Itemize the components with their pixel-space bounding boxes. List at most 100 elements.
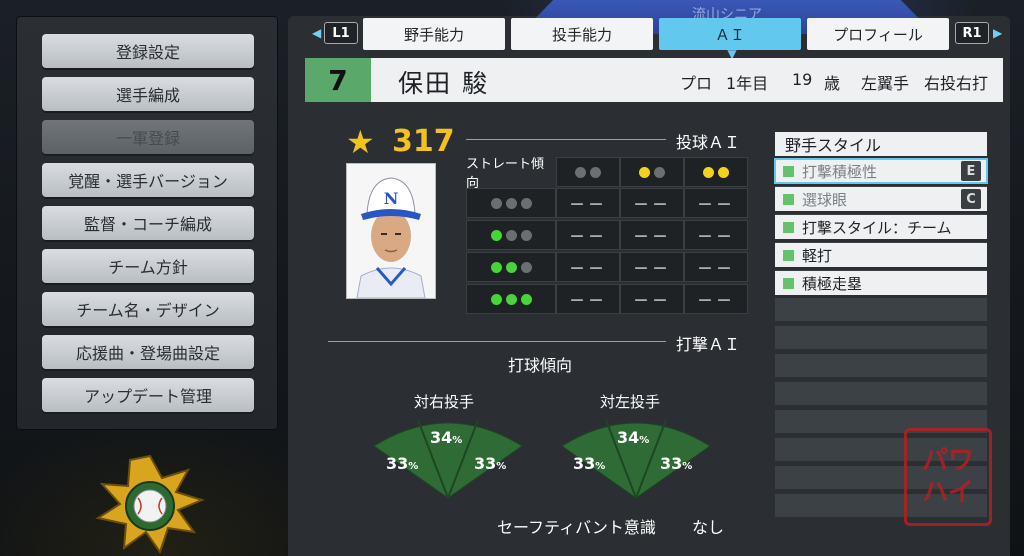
tab-ai[interactable]: ＡＩ xyxy=(659,18,801,50)
tab-pitching-ability[interactable]: 投手能力 xyxy=(511,18,653,50)
green-dot-icon xyxy=(520,293,532,305)
safety-bunt-label: セーフティバント意識 xyxy=(497,518,656,537)
vs-left-left-pct: 33% xyxy=(573,454,605,473)
menu-item-manager-coach[interactable]: 監督・コーチ編成 xyxy=(42,206,254,240)
tab-fielding-ability[interactable]: 野手能力 xyxy=(363,18,505,50)
watermark-line: ハイ xyxy=(922,478,974,508)
column-header-gray xyxy=(556,157,620,187)
overall-rating: 317 xyxy=(392,124,455,159)
vs-right-right-pct: 33% xyxy=(474,454,506,473)
table-cell: －－ xyxy=(684,252,748,282)
row-header-0 xyxy=(466,188,556,218)
pct-unit: % xyxy=(595,461,606,472)
player-name: 保田 駿 xyxy=(398,69,489,98)
list-item-batting-aggressiveness[interactable]: 打撃積極性 xyxy=(774,158,988,184)
pct-value: 33 xyxy=(660,454,683,473)
pct-unit: % xyxy=(452,435,463,446)
gray-dot-icon xyxy=(505,229,517,241)
vs-left-right-pct: 33% xyxy=(660,454,692,473)
table-cell: －－ xyxy=(684,284,748,314)
list-item-label: 積極走塁 xyxy=(802,274,863,293)
green-dot-icon xyxy=(490,229,502,241)
table-cell: －－ xyxy=(556,252,620,282)
tab-profile[interactable]: プロフィール xyxy=(807,18,949,50)
r1-key-button[interactable]: R1 xyxy=(955,22,989,44)
gray-dot-icon xyxy=(590,166,601,178)
list-slot xyxy=(775,298,987,322)
player-year: 1年目 xyxy=(726,74,769,93)
menu-item-first-team-registration: 一軍登録 xyxy=(42,120,254,154)
pawahai-watermark-logo: パワ ハイ xyxy=(904,428,992,526)
yellow-dot-icon xyxy=(639,166,650,178)
list-item-light-hitting[interactable]: 軽打 xyxy=(775,243,987,267)
menu-item-player-roster[interactable]: 選手編成 xyxy=(42,77,254,111)
list-item-label: 打撃スタイル：チーム xyxy=(802,218,952,237)
pct-unit: % xyxy=(496,461,507,472)
list-item-batting-style-team[interactable]: 打撃スタイル：チーム xyxy=(775,215,987,239)
list-slot xyxy=(775,354,987,378)
player-handedness: 右投右打 xyxy=(924,74,989,93)
gray-dot-icon xyxy=(505,197,517,209)
grade-badge: C xyxy=(961,189,981,209)
green-square-icon xyxy=(783,221,794,233)
menu-item-cheer-songs[interactable]: 応援曲・登場曲設定 xyxy=(42,335,254,369)
green-dot-icon xyxy=(490,293,502,305)
pct-unit: % xyxy=(408,461,419,472)
menu-item-team-policy[interactable]: チーム方針 xyxy=(42,249,254,283)
yellow-dot-icon xyxy=(703,166,714,178)
menu-item-awakening-version[interactable]: 覚醒・選手バージョン xyxy=(42,163,254,197)
table-cell: －－ xyxy=(620,252,684,282)
straight-tendency-label: ストレート傾向 xyxy=(466,157,545,191)
l1-key-button[interactable]: L1 xyxy=(324,22,358,44)
green-dot-icon xyxy=(505,293,517,305)
vs-right-left-pct: 33% xyxy=(386,454,418,473)
menu-item-registration-settings[interactable]: 登録設定 xyxy=(42,34,254,68)
pitching-ai-title: 投球ＡＩ xyxy=(676,133,741,152)
table-cell: －－ xyxy=(620,188,684,218)
pitching-ai-divider xyxy=(466,139,666,140)
player-age-unit: 歳 xyxy=(824,74,841,93)
safety-bunt-value: なし xyxy=(692,518,725,537)
pct-value: 33 xyxy=(573,454,596,473)
vs-right-center-pct: 34% xyxy=(430,428,462,447)
green-dot-icon xyxy=(490,261,502,273)
pct-value: 33 xyxy=(474,454,497,473)
batting-ai-title: 打撃ＡＩ xyxy=(676,335,741,354)
table-cell: －－ xyxy=(556,188,620,218)
menu-item-update-management[interactable]: アップデート管理 xyxy=(42,378,254,412)
player-position: 左翼手 xyxy=(861,74,910,93)
green-dot-icon xyxy=(505,261,517,273)
uniform-number: 7 xyxy=(305,58,371,102)
yellow-dot-icon xyxy=(718,166,729,178)
gray-dot-icon xyxy=(654,166,665,178)
vs-left-center-pct: 34% xyxy=(617,428,649,447)
player-age: 19 xyxy=(792,70,813,89)
player-face-image: N xyxy=(347,164,435,299)
player-portrait: N xyxy=(346,163,436,299)
list-item-aggressive-baserunning[interactable]: 積極走塁 xyxy=(775,271,987,295)
player-status: プロ xyxy=(680,74,713,93)
list-item-label: 選球眼 xyxy=(802,190,848,209)
vs-left-pitcher-label: 対左投手 xyxy=(600,393,661,411)
batted-ball-tendency-label: 打球傾向 xyxy=(508,356,573,375)
row-header-3 xyxy=(466,284,556,314)
green-square-icon xyxy=(783,249,794,261)
table-cell: －－ xyxy=(556,220,620,250)
table-cell: －－ xyxy=(684,188,748,218)
gray-dot-icon xyxy=(520,197,532,209)
pct-unit: % xyxy=(639,435,650,446)
watermark-line: パワ xyxy=(921,446,974,476)
table-cell: －－ xyxy=(684,220,748,250)
row-header-2 xyxy=(466,252,556,282)
list-slot xyxy=(775,326,987,350)
column-header-yellow-gray xyxy=(620,157,684,187)
list-item-label: 軽打 xyxy=(802,246,833,265)
table-cell: －－ xyxy=(556,284,620,314)
pct-value: 34 xyxy=(430,428,453,447)
batting-ai-divider xyxy=(328,341,666,342)
gray-dot-icon xyxy=(520,261,532,273)
list-slot xyxy=(775,382,987,406)
list-item-label: 打撃積極性 xyxy=(802,162,878,181)
list-item-batting-eye[interactable]: 選球眼 xyxy=(775,187,987,211)
menu-item-team-name-design[interactable]: チーム名・デザイン xyxy=(42,292,254,326)
